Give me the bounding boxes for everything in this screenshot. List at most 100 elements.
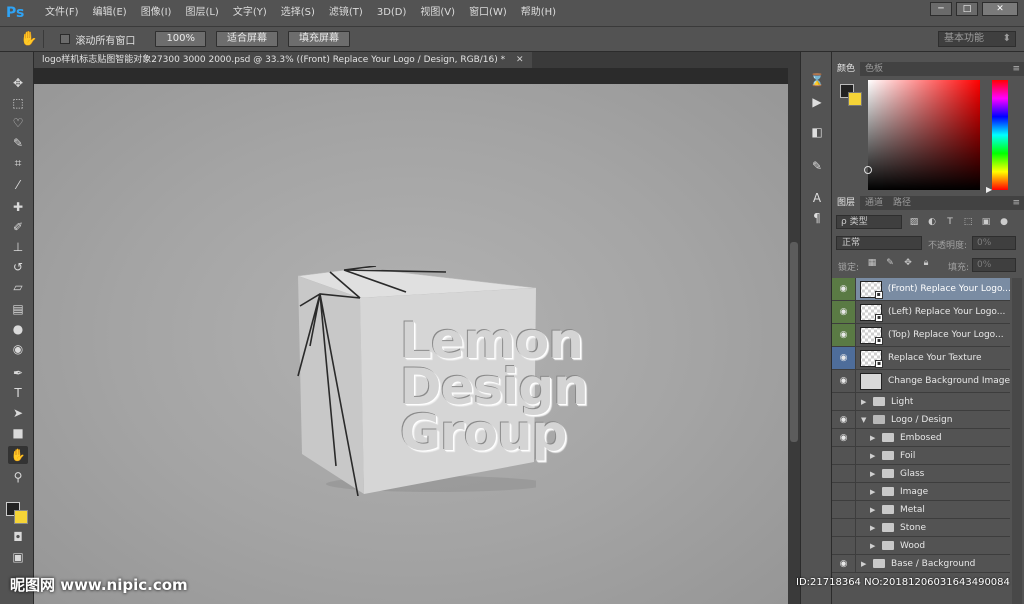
layer-visibility-toggle[interactable]: ◉ [832, 370, 856, 392]
filter-smart-object-icon[interactable]: ▣ [980, 216, 992, 228]
menu-type[interactable]: 文字(Y) [226, 0, 274, 26]
layer-row[interactable]: ◉ ▪ (Left) Replace Your Logo... [832, 301, 1010, 324]
layer-visibility-toggle[interactable]: ◉ [832, 301, 856, 323]
healing-brush-tool-icon[interactable]: ✚ [8, 198, 28, 216]
layer-visibility-toggle[interactable]: ◉ [832, 555, 856, 572]
chevron-right-icon[interactable]: ▶ [870, 470, 878, 478]
layer-visibility-toggle[interactable]: ◉ [832, 429, 856, 446]
layer-row[interactable]: ◉ ▶ Base / Background [832, 555, 1010, 573]
layer-visibility-toggle[interactable] [832, 537, 856, 554]
path-select-tool-icon[interactable]: ➤ [8, 404, 28, 422]
brush-tool-icon[interactable]: ✐ [8, 218, 28, 236]
document-canvas[interactable]: Lemon Design Group [34, 68, 788, 604]
chevron-right-icon[interactable]: ▶ [870, 488, 878, 496]
layer-row[interactable]: ▶ Light [832, 393, 1010, 411]
layer-row[interactable]: ▶ Glass [832, 465, 1010, 483]
zoom-100-button[interactable]: 100% [155, 31, 207, 47]
tab-swatches[interactable]: 色板 [860, 62, 888, 76]
character-panel-icon[interactable]: A [809, 190, 825, 206]
menu-layer[interactable]: 图层(L) [178, 0, 225, 26]
menu-file[interactable]: 文件(F) [38, 0, 86, 26]
layer-row[interactable]: ▶ Metal [832, 501, 1010, 519]
quick-select-tool-icon[interactable]: ✎ [8, 134, 28, 152]
layer-visibility-toggle[interactable]: ◉ [832, 411, 856, 428]
blur-tool-icon[interactable]: ● [8, 320, 28, 338]
layer-row[interactable]: ◉ ▶ Embosed [832, 429, 1010, 447]
actions-panel-icon[interactable]: ▶ [809, 94, 825, 110]
menu-select[interactable]: 选择(S) [274, 0, 322, 26]
canvas-vertical-scrollbar[interactable] [788, 68, 800, 604]
layer-thumbnail[interactable] [859, 372, 882, 390]
background-color-swatch[interactable] [14, 510, 28, 524]
clone-stamp-tool-icon[interactable]: ⊥ [8, 238, 28, 256]
fill-input[interactable]: 0% [972, 258, 1016, 272]
layer-row[interactable]: ◉ ▼ Logo / Design [832, 411, 1010, 429]
filter-toggle-icon[interactable]: ● [998, 216, 1010, 228]
adjustments-panel-icon[interactable]: ◧ [809, 124, 825, 140]
hand-tool-preset-icon[interactable]: ✋ [20, 31, 37, 47]
fit-screen-button[interactable]: 适合屏幕 [216, 31, 279, 47]
chevron-right-icon[interactable]: ▶ [870, 434, 878, 442]
layer-visibility-toggle[interactable] [832, 501, 856, 518]
panel-menu-icon[interactable]: ≡ [1012, 62, 1020, 76]
color-picker-cursor[interactable] [864, 166, 872, 174]
lock-position-icon[interactable]: ✥ [902, 258, 914, 270]
chevron-down-icon[interactable]: ▼ [861, 416, 869, 424]
hand-tool-icon[interactable]: ✋ [8, 446, 28, 464]
layer-row[interactable]: ▶ Wood [832, 537, 1010, 555]
marquee-tool-icon[interactable]: ⬚ [8, 94, 28, 112]
menu-window[interactable]: 窗口(W) [462, 0, 514, 26]
scroll-all-windows-checkbox[interactable] [60, 34, 71, 44]
layers-scrollbar[interactable] [1012, 278, 1022, 604]
scrollbar-thumb[interactable] [790, 242, 798, 442]
eyedropper-tool-icon[interactable]: ⁄ [8, 176, 28, 194]
layer-filter-kind-select[interactable]: ρ 类型 [836, 215, 902, 229]
dodge-tool-icon[interactable]: ◉ [8, 340, 28, 358]
tab-channels[interactable]: 通道 [860, 196, 888, 210]
opacity-input[interactable]: 0% [972, 236, 1016, 250]
maximize-button[interactable]: □ [956, 2, 978, 16]
color-panel-background[interactable] [848, 92, 862, 106]
layer-visibility-toggle[interactable] [832, 447, 856, 464]
lock-all-icon[interactable]: 🔒︎ [920, 258, 932, 270]
blend-mode-select[interactable]: 正常 [836, 236, 922, 250]
move-tool-icon[interactable]: ✥ [8, 74, 28, 92]
crop-tool-icon[interactable]: ⌗ [8, 154, 28, 172]
chevron-right-icon[interactable]: ▶ [870, 506, 878, 514]
hue-slider[interactable] [992, 80, 1008, 190]
layer-thumbnail[interactable]: ▪ [860, 326, 883, 345]
layer-visibility-toggle[interactable] [832, 393, 856, 410]
eraser-tool-icon[interactable]: ▱ [8, 278, 28, 296]
menu-3d[interactable]: 3D(D) [370, 0, 414, 26]
close-tab-icon[interactable]: ✕ [516, 55, 524, 65]
layer-visibility-toggle[interactable] [832, 519, 856, 536]
layer-visibility-toggle[interactable] [832, 465, 856, 482]
color-picker-field[interactable] [868, 80, 980, 190]
menu-help[interactable]: 帮助(H) [514, 0, 563, 26]
close-window-button[interactable]: ✕ [982, 2, 1018, 16]
layer-row[interactable]: ◉ ▪ (Front) Replace Your Logo... [832, 278, 1010, 301]
menu-filter[interactable]: 滤镜(T) [322, 0, 370, 26]
layer-row[interactable]: ◉ ▪ Replace Your Texture [832, 347, 1010, 370]
lasso-tool-icon[interactable]: ♡ [8, 114, 28, 132]
filter-pixel-icon[interactable]: ▨ [908, 216, 920, 228]
type-tool-icon[interactable]: T [8, 384, 28, 402]
chevron-right-icon[interactable]: ▶ [870, 524, 878, 532]
paragraph-panel-icon[interactable]: ¶ [809, 210, 825, 226]
lock-transparent-icon[interactable]: ▦ [866, 258, 878, 270]
screen-mode-icon[interactable]: ▣ [8, 548, 28, 566]
filter-adjustment-icon[interactable]: ◐ [926, 216, 938, 228]
fill-screen-button[interactable]: 填充屏幕 [288, 31, 351, 47]
minimize-button[interactable]: ─ [930, 2, 952, 16]
rectangle-tool-icon[interactable]: ■ [8, 424, 28, 442]
history-panel-icon[interactable]: ⌛ [809, 72, 825, 88]
layer-row[interactable]: ◉ Change Background Image [832, 370, 1010, 393]
history-brush-tool-icon[interactable]: ↺ [8, 258, 28, 276]
layer-row[interactable]: ◉ ▪ (Top) Replace Your Logo... [832, 324, 1010, 347]
document-tab[interactable]: logo样机标志贴图智能对象27300 3000 2000.psd @ 33.3… [34, 52, 532, 68]
pen-tool-icon[interactable]: ✒ [8, 364, 28, 382]
filter-shape-icon[interactable]: ⬚ [962, 216, 974, 228]
quick-mask-icon[interactable]: ◘ [8, 528, 28, 546]
layer-visibility-toggle[interactable] [832, 483, 856, 500]
layers-panel-menu-icon[interactable]: ≡ [1012, 196, 1020, 210]
